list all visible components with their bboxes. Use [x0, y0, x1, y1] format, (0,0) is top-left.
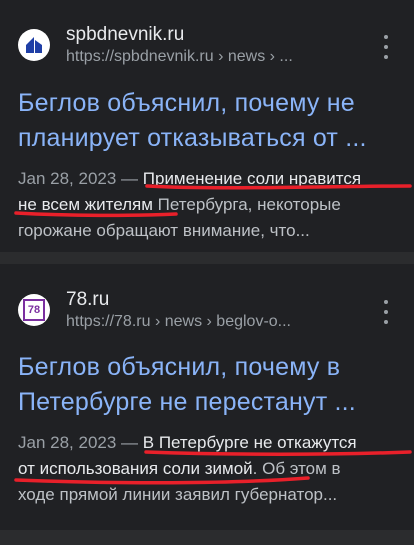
site-name[interactable]: 78.ru	[66, 289, 109, 311]
result-date: Jan 28, 2023	[18, 433, 117, 452]
result-date: Jan 28, 2023	[18, 169, 117, 188]
site-name[interactable]: spbdnevnik.ru	[66, 24, 184, 46]
site-url[interactable]: https://spbdnevnik.ru › news › ...	[66, 48, 293, 66]
search-result-1: spbdnevnik.ru https://spbdnevnik.ru › ne…	[0, 0, 414, 252]
more-options-icon[interactable]	[376, 300, 396, 324]
result-snippet: Jan 28, 2023 — В Петербурге не откажутся…	[18, 433, 357, 504]
more-options-icon[interactable]	[376, 35, 396, 59]
result-snippet: Jan 28, 2023 — Применение соли нравится …	[18, 169, 362, 240]
spbdnevnik-favicon-icon[interactable]	[18, 29, 50, 61]
highlighted-text: не всем жителям	[18, 195, 153, 214]
search-result-2: 78 78.ru https://78.ru › news › beglov-o…	[0, 264, 414, 530]
highlighted-text: от использования соли зимой	[18, 459, 253, 478]
site-url[interactable]: https://78.ru › news › beglov-o...	[66, 313, 291, 331]
highlighted-text: Применение соли нравится	[142, 169, 362, 188]
result-title-link[interactable]: Беглов объяснил, почему не планирует отк…	[18, 86, 398, 156]
result-divider	[0, 252, 414, 264]
result-title-link[interactable]: Беглов объяснил, почему в Петербурге не …	[18, 350, 398, 420]
78ru-favicon-icon[interactable]: 78	[18, 294, 50, 326]
result-divider	[0, 530, 414, 545]
highlighted-text: В Петербурге не откажутся	[142, 433, 357, 452]
